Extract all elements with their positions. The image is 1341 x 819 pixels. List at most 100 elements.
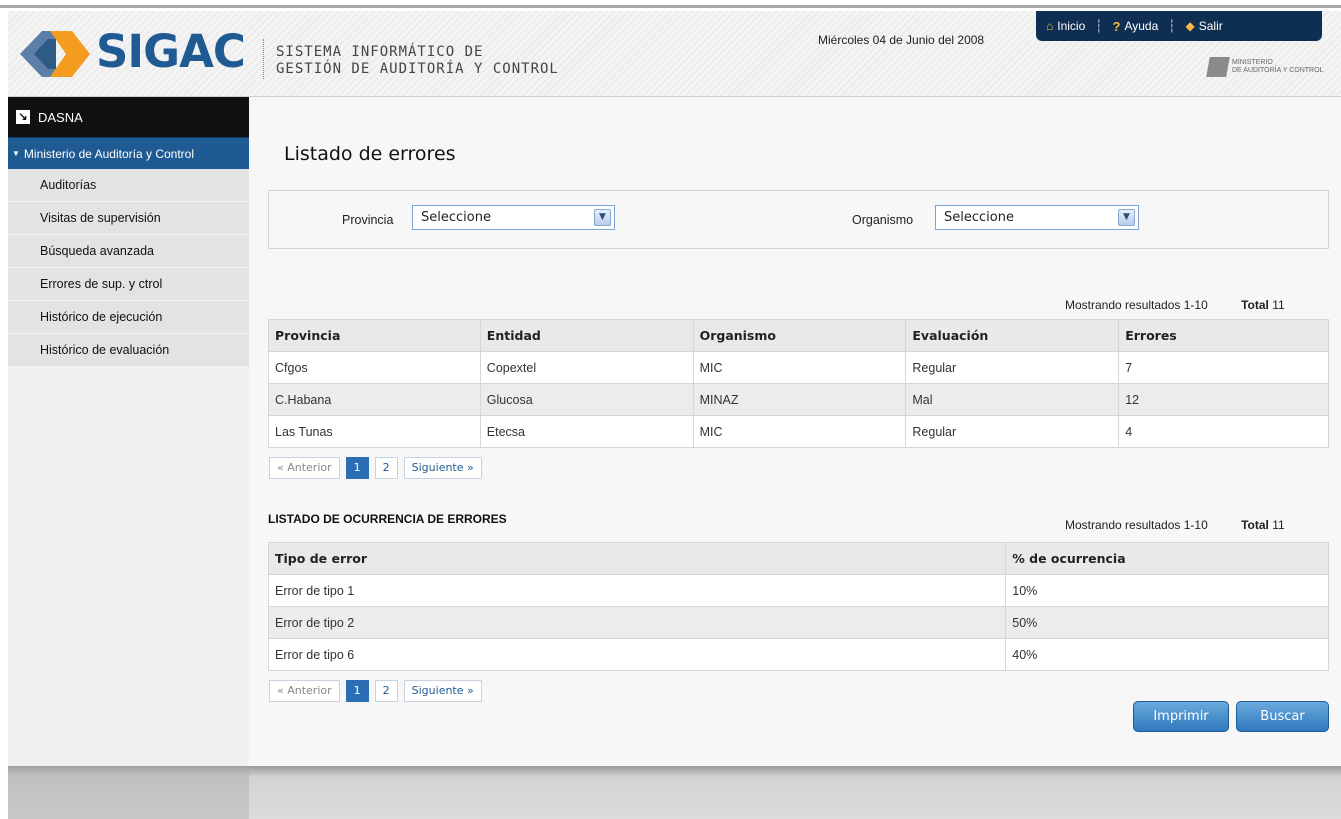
system-name-line1: SISTEMA INFORMÁTICO DE bbox=[276, 44, 484, 60]
table-cell: Las Tunas bbox=[268, 415, 481, 448]
ministry-logo-line1: MINISTERIO bbox=[1232, 59, 1273, 66]
sidebar-item-errores[interactable]: Errores de sup. y ctrol bbox=[8, 268, 249, 301]
column-header-provincia: Provincia bbox=[268, 319, 481, 352]
occurrence-pagination: « Anterior 1 2 Siguiente » bbox=[269, 680, 482, 702]
logo-text: SIGAC bbox=[96, 25, 246, 78]
table-row[interactable]: Error de tipo 6 40% bbox=[267, 638, 1329, 671]
pagination-prev[interactable]: « Anterior bbox=[269, 680, 340, 702]
nav-inicio-label: Inicio bbox=[1057, 19, 1086, 33]
organismo-select[interactable]: Seleccione ▼ bbox=[935, 205, 1139, 230]
system-name: SISTEMA INFORMÁTICO DE GESTIÓN DE AUDITO… bbox=[276, 44, 559, 78]
table-cell: Error de tipo 6 bbox=[267, 638, 1007, 671]
sigac-logo-icon bbox=[20, 31, 90, 77]
search-button[interactable]: Buscar bbox=[1236, 701, 1329, 732]
table-cell: Cfgos bbox=[268, 351, 481, 384]
exit-icon: ◆ bbox=[1185, 19, 1195, 33]
table-header-row: Provincia Entidad Organismo Evaluación E… bbox=[268, 319, 1329, 352]
sidebar-item-historico-evaluacion[interactable]: Histórico de evaluación bbox=[8, 334, 249, 367]
current-date: Miércoles 04 de Junio del 2008 bbox=[818, 33, 985, 47]
table-row[interactable]: Las Tunas Etecsa MIC Regular 4 bbox=[268, 415, 1329, 448]
caret-down-icon: ▼ bbox=[12, 149, 20, 158]
pagination-page-1[interactable]: 1 bbox=[345, 457, 369, 479]
pagination-page-2[interactable]: 2 bbox=[374, 680, 398, 702]
occurrence-total-value: 11 bbox=[1272, 518, 1285, 532]
ministry-logo-icon bbox=[1206, 57, 1230, 77]
system-name-line2: GESTIÓN DE AUDITORÍA Y CONTROL bbox=[276, 61, 559, 77]
table-cell: Glucosa bbox=[479, 383, 694, 416]
sidebar-item-visitas[interactable]: Visitas de supervisión bbox=[8, 202, 249, 235]
errors-pagination: « Anterior 1 2 Siguiente » bbox=[269, 457, 482, 479]
errors-results-text: Mostrando resultados 1-10 bbox=[1065, 298, 1208, 312]
provincia-select-value: Seleccione bbox=[421, 210, 491, 225]
table-cell: Regular bbox=[905, 415, 1120, 448]
sidebar-section-ministerio[interactable]: ▼ Ministerio de Auditoría y Control bbox=[8, 137, 249, 169]
occurrence-results-text: Mostrando resultados 1-10 bbox=[1065, 518, 1208, 532]
nav-inicio[interactable]: ⌂ Inicio bbox=[1046, 19, 1085, 33]
help-icon: ? bbox=[1112, 18, 1121, 34]
sidebar-dasna-label: DASNA bbox=[38, 109, 83, 125]
nav-separator: ┆ bbox=[1095, 19, 1103, 33]
table-row[interactable]: Error de tipo 1 10% bbox=[267, 574, 1329, 607]
nav-separator: ┆ bbox=[1168, 19, 1176, 33]
chevron-down-icon[interactable]: ▼ bbox=[1118, 209, 1135, 226]
occurrence-heading: LISTADO DE OCURRENCIA DE ERRORES bbox=[268, 512, 507, 526]
organismo-label: Organismo bbox=[852, 213, 914, 227]
provincia-select[interactable]: Seleccione ▼ bbox=[412, 205, 615, 230]
table-header-row: Tipo de error % de ocurrencia bbox=[267, 542, 1329, 575]
nav-ayuda[interactable]: ? Ayuda bbox=[1113, 19, 1159, 34]
footer bbox=[8, 766, 1341, 819]
table-row[interactable]: C.Habana Glucosa MINAZ Mal 12 bbox=[268, 383, 1329, 416]
column-header-errores: Errores bbox=[1118, 319, 1329, 352]
sidebar-item-historico-ejecucion[interactable]: Histórico de ejecución bbox=[8, 301, 249, 334]
errors-results-info: Mostrando resultados 1-10 Total 11 bbox=[1065, 298, 1285, 312]
chevron-down-icon[interactable]: ▼ bbox=[594, 209, 611, 226]
table-cell: 7 bbox=[1118, 351, 1329, 384]
provincia-label: Provincia bbox=[342, 213, 394, 227]
table-cell: MIC bbox=[692, 351, 907, 384]
pagination-page-2[interactable]: 2 bbox=[374, 457, 398, 479]
nav-salir[interactable]: ◆ Salir bbox=[1186, 19, 1223, 33]
footer-left bbox=[8, 766, 249, 819]
top-navigation: ⌂ Inicio ┆ ? Ayuda ┆ ◆ Salir bbox=[1036, 11, 1322, 41]
organismo-select-value: Seleccione bbox=[944, 210, 1014, 225]
ministry-logo-line2: DE AUDITORÍA Y CONTROL bbox=[1232, 67, 1324, 74]
sidebar-item-auditorias[interactable]: Auditorías bbox=[8, 169, 249, 202]
nav-salir-label: Salir bbox=[1198, 19, 1223, 33]
pagination-next[interactable]: Siguiente » bbox=[403, 457, 482, 479]
logo-separator bbox=[263, 39, 264, 79]
occurrence-table: Tipo de error % de ocurrencia Error de t… bbox=[267, 542, 1329, 671]
table-cell: 10% bbox=[1005, 574, 1329, 607]
pagination-next[interactable]: Siguiente » bbox=[403, 680, 482, 702]
errors-table: Provincia Entidad Organismo Evaluación E… bbox=[268, 319, 1329, 448]
home-icon: ⌂ bbox=[1046, 19, 1054, 33]
print-button[interactable]: Imprimir bbox=[1133, 701, 1229, 732]
column-header-organismo: Organismo bbox=[692, 319, 907, 352]
main-content: Listado de errores Provincia Seleccione … bbox=[249, 97, 1341, 766]
nav-ayuda-label: Ayuda bbox=[1124, 19, 1159, 33]
table-cell: Regular bbox=[905, 351, 1120, 384]
errors-total-label: Total bbox=[1241, 298, 1269, 312]
sidebar-dasna[interactable]: ↘ DASNA bbox=[8, 97, 249, 137]
pagination-page-1[interactable]: 1 bbox=[345, 680, 369, 702]
column-header-entidad: Entidad bbox=[479, 319, 694, 352]
table-cell: MINAZ bbox=[692, 383, 907, 416]
sidebar-item-busqueda[interactable]: Búsqueda avanzada bbox=[8, 235, 249, 268]
ministry-logo-text: MINISTERIO DE AUDITORÍA Y CONTROL bbox=[1232, 59, 1323, 75]
table-cell: 40% bbox=[1005, 638, 1329, 671]
pagination-prev[interactable]: « Anterior bbox=[269, 457, 340, 479]
top-border bbox=[0, 0, 1341, 8]
table-cell: C.Habana bbox=[268, 383, 481, 416]
errors-total-value: 11 bbox=[1272, 298, 1285, 312]
arrow-box-icon: ↘ bbox=[16, 110, 30, 124]
table-row[interactable]: Cfgos Copextel MIC Regular 7 bbox=[268, 351, 1329, 384]
table-cell: Copextel bbox=[479, 351, 694, 384]
column-header-ocurrencia: % de ocurrencia bbox=[1005, 542, 1329, 575]
occurrence-results-info: Mostrando resultados 1-10 Total 11 bbox=[1065, 518, 1285, 532]
sidebar-section-label: Ministerio de Auditoría y Control bbox=[23, 146, 195, 161]
filter-panel: Provincia Seleccione ▼ Organismo Selecci… bbox=[268, 190, 1329, 249]
table-cell: Error de tipo 2 bbox=[267, 606, 1007, 639]
occurrence-total-label: Total bbox=[1241, 518, 1269, 532]
table-cell: 4 bbox=[1118, 415, 1329, 448]
table-row[interactable]: Error de tipo 2 50% bbox=[267, 606, 1329, 639]
ministry-logo: MINISTERIO DE AUDITORÍA Y CONTROL bbox=[1206, 52, 1334, 82]
